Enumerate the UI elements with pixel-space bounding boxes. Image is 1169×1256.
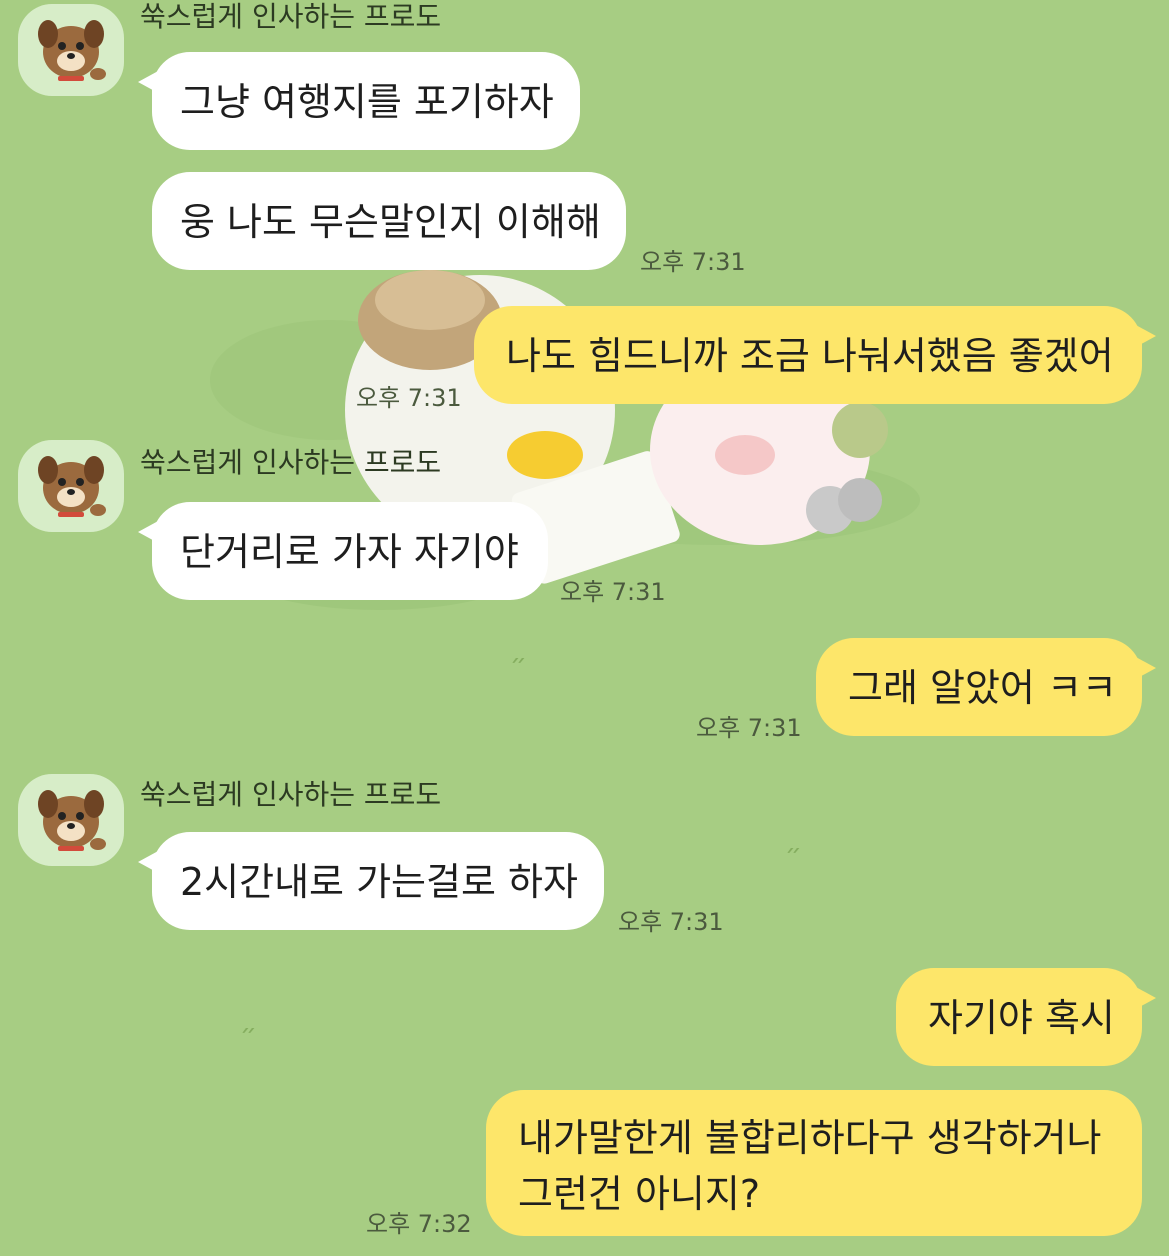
chat-room: ״ ״ ״ 쑥스럽게 인사하는 프로도 그냥 여행지를 포기하자 웅 나도 무슨… [0, 0, 1169, 1256]
message-text-line: 내가말한게 불합리하다구 생각하거나 [518, 1116, 1102, 1160]
message-text: 나도 힘드니까 조금 나눠서했음 좋겠어 [506, 334, 1114, 378]
message-timestamp: 오후 7:31 [356, 384, 462, 412]
sender-avatar[interactable] [18, 4, 124, 96]
svg-text:״: ״ [785, 839, 802, 869]
sender-name: 쑥스럽게 인사하는 프로도 [140, 446, 442, 479]
outgoing-message[interactable]: 그래 알았어 ㅋㅋ [816, 638, 1156, 736]
incoming-message[interactable]: 웅 나도 무슨말인지 이해해 [152, 172, 626, 270]
frodo-dog-icon [38, 20, 106, 81]
sender-name: 쑥스럽게 인사하는 프로도 [140, 0, 442, 33]
message-timestamp: 오후 7:31 [696, 714, 802, 742]
incoming-message[interactable]: 단거리로 가자 자기야 [138, 502, 548, 600]
message-text: 단거리로 가자 자기야 [180, 530, 519, 574]
message-text-line: 그런건 아니지? [518, 1172, 761, 1216]
sender-name: 쑥스럽게 인사하는 프로도 [140, 778, 442, 811]
frodo-dog-icon [38, 456, 106, 517]
message-text: 자기야 혹시 [928, 996, 1115, 1040]
message-timestamp: 오후 7:31 [640, 248, 746, 276]
outgoing-message[interactable]: 내가말한게 불합리하다구 생각하거나 그런건 아니지? [486, 1090, 1142, 1236]
message-timestamp: 오후 7:31 [560, 578, 666, 606]
sender-avatar[interactable] [18, 440, 124, 532]
message-text: 2시간내로 가는걸로 하자 [180, 860, 578, 904]
message-timestamp: 오후 7:31 [618, 908, 724, 936]
message-text: 그래 알았어 ㅋㅋ [848, 666, 1117, 710]
incoming-message[interactable]: 2시간내로 가는걸로 하자 [138, 832, 604, 930]
message-text: 그냥 여행지를 포기하자 [180, 80, 554, 124]
message-timestamp: 오후 7:32 [366, 1210, 472, 1238]
svg-text:״: ״ [240, 1019, 257, 1049]
outgoing-message[interactable]: 나도 힘드니까 조금 나눠서했음 좋겠어 [474, 306, 1156, 404]
frodo-dog-icon [38, 790, 106, 851]
incoming-message[interactable]: 그냥 여행지를 포기하자 [138, 52, 580, 150]
sender-avatar[interactable] [18, 774, 124, 866]
outgoing-message[interactable]: 자기야 혹시 [896, 968, 1156, 1066]
message-text: 웅 나도 무슨말인지 이해해 [180, 200, 601, 244]
svg-text:״: ״ [510, 649, 527, 679]
